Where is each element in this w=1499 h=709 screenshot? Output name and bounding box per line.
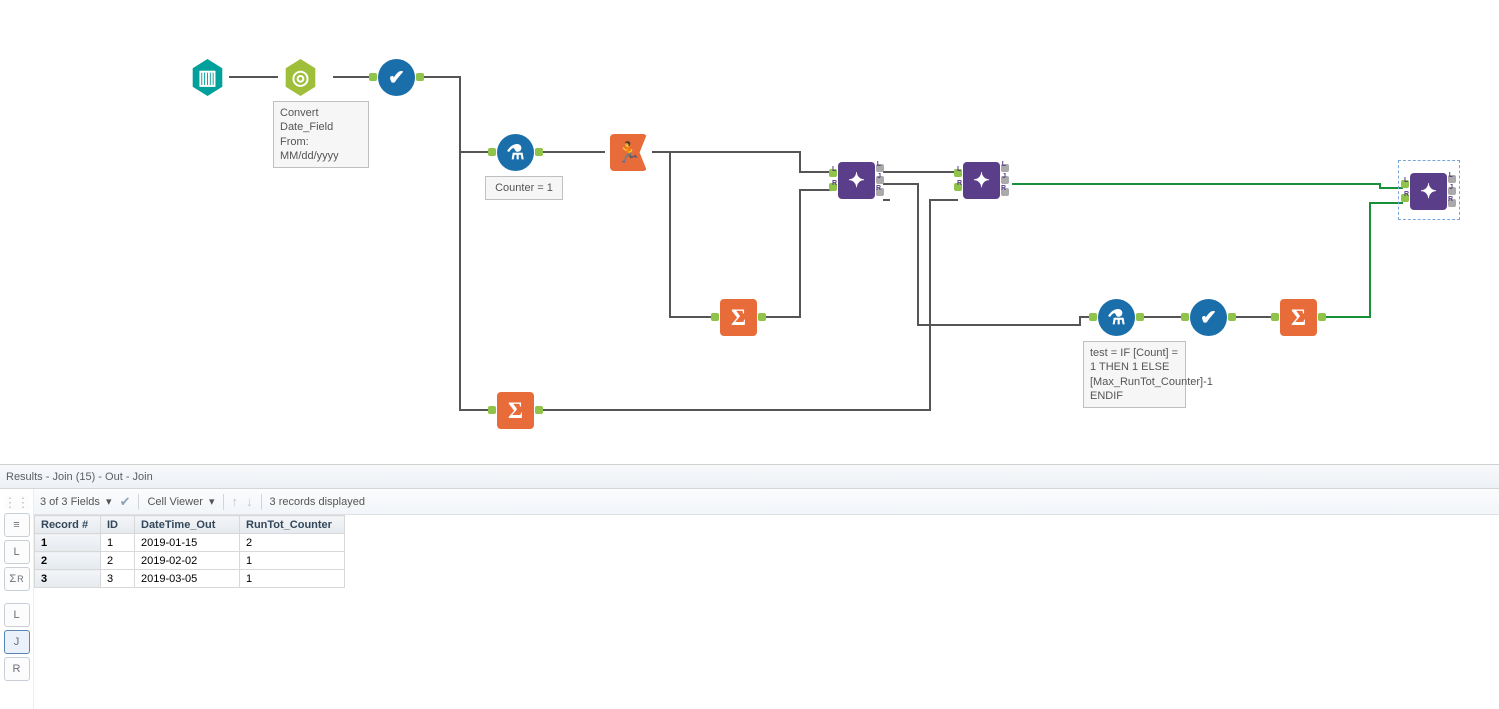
join-icon: ✦: [1420, 182, 1437, 202]
check-icon: ✔: [1200, 308, 1217, 328]
anchor-L-icon[interactable]: L: [4, 540, 30, 564]
messages-icon[interactable]: ≡: [4, 513, 30, 537]
join-tool-2[interactable]: ✦ L J R L R: [963, 162, 1000, 199]
join-tool-1[interactable]: ✦ L J R L R: [838, 162, 875, 199]
anchor-R2-icon[interactable]: R: [4, 657, 30, 681]
summarize-tool-3[interactable]: Σ: [1280, 299, 1317, 336]
up-arrow-icon[interactable]: ↑: [232, 494, 239, 509]
check-icon: ✔: [388, 68, 405, 88]
select-tool-2[interactable]: ✔: [1190, 299, 1227, 336]
down-arrow-icon[interactable]: ↓: [246, 494, 253, 509]
join-icon: ✦: [973, 171, 990, 191]
datetime-tool[interactable]: ◎: [282, 59, 319, 96]
datetime-annotation: Convert Date_Field From: MM/dd/yyyy: [273, 101, 369, 168]
results-table[interactable]: Record # ID DateTime_Out RunTot_Counter …: [34, 515, 345, 588]
results-side-tools: ⋮⋮ ≡ L ΣR L J R: [0, 489, 34, 709]
col-counter[interactable]: RunTot_Counter: [240, 516, 345, 534]
fields-dropdown[interactable]: 3 of 3 Fields ▾: [40, 495, 112, 508]
dots-icon[interactable]: ⋮⋮: [4, 496, 30, 510]
input-data-tool[interactable]: ▥: [189, 59, 226, 96]
select-tool[interactable]: ✔: [378, 59, 415, 96]
table-row[interactable]: 3 3 2019-03-05 1: [35, 570, 345, 588]
formula-annotation-test: test = IF [Count] = 1 THEN 1 ELSE [Max_R…: [1083, 341, 1186, 408]
table-row[interactable]: 2 2 2019-02-02 1: [35, 552, 345, 570]
join-icon: ✦: [848, 171, 865, 191]
running-total-tool[interactable]: 🏃: [610, 134, 647, 171]
anchor-R-icon[interactable]: ΣR: [4, 567, 30, 591]
summarize-tool-1[interactable]: Σ: [720, 299, 757, 336]
formula-annotation-counter: Counter = 1: [485, 176, 563, 200]
formula-tool-counter[interactable]: ⚗: [497, 134, 534, 171]
records-displayed-label: 3 records displayed: [270, 496, 365, 508]
sigma-icon: Σ: [731, 305, 746, 331]
formula-tool-test[interactable]: ⚗: [1098, 299, 1135, 336]
runner-icon: 🏃: [616, 143, 641, 163]
cell-viewer-dropdown[interactable]: Cell Viewer ▾: [147, 495, 214, 508]
col-datetime[interactable]: DateTime_Out: [135, 516, 240, 534]
table-row[interactable]: 1 1 2019-01-15 2: [35, 534, 345, 552]
fields-check-icon[interactable]: ✔: [120, 494, 131, 510]
join-tool-3-selected[interactable]: ✦ L J R L R: [1410, 173, 1447, 210]
sigma-icon: Σ: [1291, 305, 1306, 331]
clock-icon: ◎: [292, 68, 309, 88]
table-header-row: Record # ID DateTime_Out RunTot_Counter: [35, 516, 345, 534]
sigma-icon: Σ: [508, 398, 523, 424]
results-toolbar: 3 of 3 Fields ▾ ✔ Cell Viewer ▾ ↑ ↓ 3 re…: [34, 489, 1499, 515]
summarize-tool-2[interactable]: Σ: [497, 392, 534, 429]
anchor-L2-icon[interactable]: L: [4, 603, 30, 627]
anchor-J-icon[interactable]: J: [4, 630, 30, 654]
col-id[interactable]: ID: [101, 516, 135, 534]
results-panel: Results - Join (15) - Out - Join ⋮⋮ ≡ L …: [0, 464, 1499, 709]
flask-icon: ⚗: [1108, 308, 1126, 328]
flask-icon: ⚗: [507, 143, 525, 163]
workflow-canvas[interactable]: ▥ ◎ Convert Date_Field From: MM/dd/yyyy …: [0, 0, 1499, 460]
book-icon: ▥: [198, 68, 217, 88]
results-header: Results - Join (15) - Out - Join: [0, 465, 1499, 489]
col-record[interactable]: Record #: [35, 516, 101, 534]
